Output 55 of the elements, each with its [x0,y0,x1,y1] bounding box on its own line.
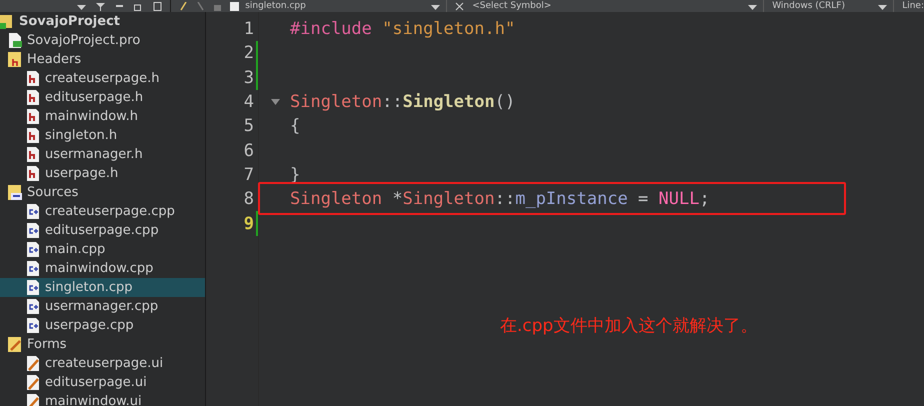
line-number: 9 [244,214,254,234]
tree-item[interactable]: main.cpp [0,240,205,259]
line-number: 1 [244,19,254,40]
tree-item[interactable]: singleton.cpp [0,278,205,297]
line-number: 4 [244,92,254,112]
tree-item[interactable]: SovajoProject.pro [0,31,205,50]
tree-item[interactable]: createuserpage.h [0,69,205,88]
tree-item[interactable]: userpage.h [0,164,205,183]
source-folder-icon [8,185,22,200]
header-folder-icon [8,52,22,67]
tree-item[interactable]: edituserpage.cpp [0,221,205,240]
tree-item[interactable]: Headers [0,50,205,69]
header-file-icon [26,147,40,162]
ui-file-icon [26,375,40,390]
line-number: 3 [244,68,254,88]
code-line: { [290,116,300,136]
line-ending-dropdown[interactable]: Windows (CRLF) [772,0,872,12]
line-number: 8 [244,189,254,210]
tree-item[interactable]: createuserpage.ui [0,354,205,373]
code-line: Singleton::Singleton() [290,92,516,112]
header-file-icon [26,71,40,86]
header-file-icon [26,109,40,124]
tree-item[interactable]: usermanager.cpp [0,297,205,316]
project-icon [0,14,14,29]
fold-arrow-icon[interactable] [271,98,280,105]
tree-item[interactable]: userpage.cpp [0,316,205,335]
header-file-icon [26,90,40,105]
line-number: 6 [244,140,254,161]
header-file-icon [26,166,40,181]
tree-item[interactable]: edituserpage.h [0,88,205,107]
cursor-position: Line: [902,0,924,12]
tree-item[interactable]: Forms [0,335,205,354]
tree-item[interactable]: SovajoProject [0,12,205,31]
tree-item[interactable]: usermanager.h [0,145,205,164]
project-file-icon [8,33,22,48]
tree-item[interactable]: edituserpage.ui [0,373,205,392]
tree-item[interactable]: singleton.h [0,126,205,145]
open-file-dropdown[interactable]: singleton.cpp [245,0,426,12]
tree-item[interactable]: mainwindow.cpp [0,259,205,278]
code-line: Singleton *Singleton::m_pInstance = NULL; [290,189,710,210]
code-line: #include "singleton.h" [290,19,516,40]
close-icon[interactable] [455,2,464,10]
annotation-text: 在.cpp文件中加入这个就解决了。 [500,315,758,337]
tree-item[interactable]: mainwindow.h [0,107,205,126]
tree-item[interactable]: createuserpage.cpp [0,202,205,221]
line-number: 7 [244,164,254,185]
ui-file-icon [26,356,40,371]
tree-item[interactable]: Sources [0,183,205,202]
header-file-icon [26,128,40,143]
ui-file-icon [26,394,40,406]
line-number: 2 [244,43,254,64]
form-folder-icon [8,337,22,352]
tree-item[interactable]: mainwindow.ui [0,392,205,406]
symbol-dropdown[interactable]: <Select Symbol> [472,0,742,12]
line-number: 5 [244,116,254,136]
